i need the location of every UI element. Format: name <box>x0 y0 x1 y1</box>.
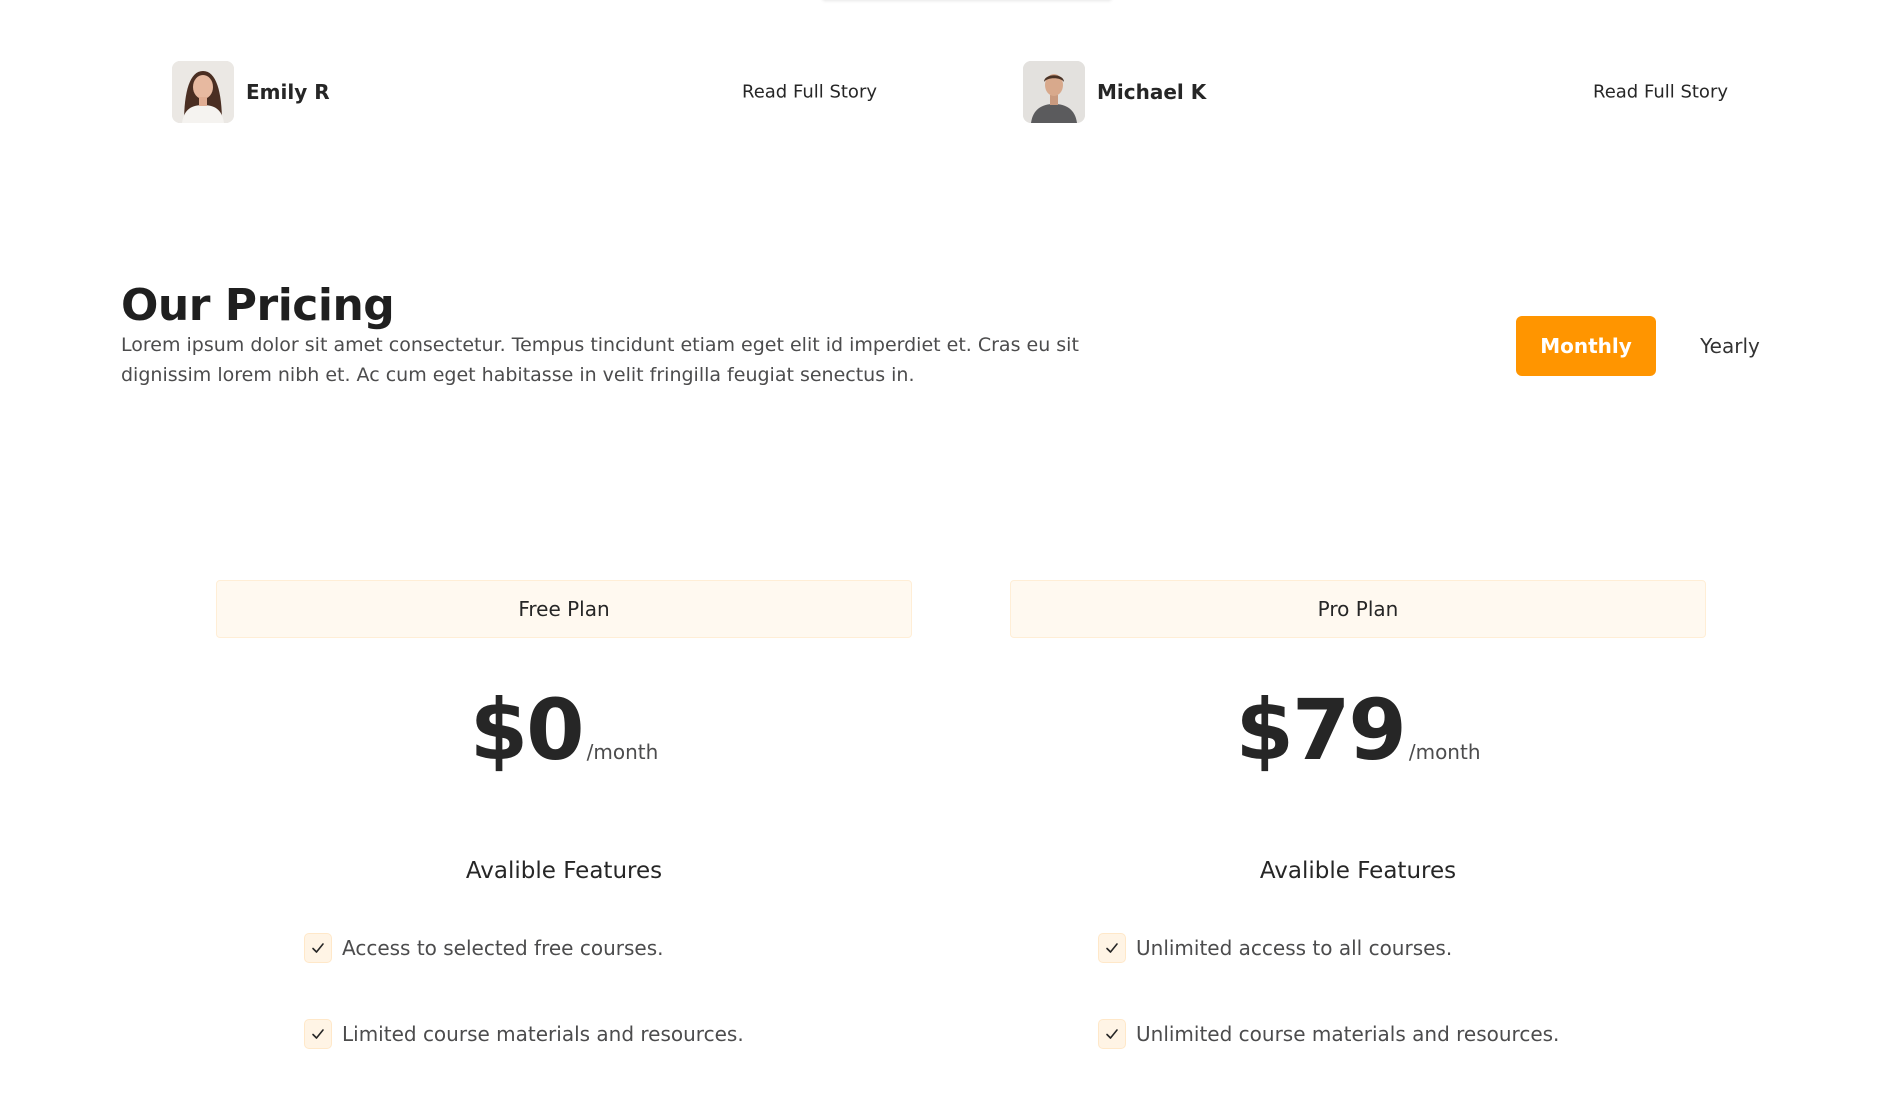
pricing-title: Our Pricing <box>121 280 395 331</box>
feature-text: Unlimited access to all courses. <box>1136 936 1453 960</box>
woman-portrait-icon <box>172 61 234 123</box>
read-full-story-link[interactable]: Read Full Story <box>1593 82 1728 103</box>
pricing-description: Lorem ipsum dolor sit amet consectetur. … <box>121 334 1079 386</box>
feature-text: Access to selected free courses. <box>342 936 664 960</box>
monthly-toggle-button[interactable]: Monthly <box>1516 316 1656 376</box>
author-name: Michael K <box>1097 80 1207 104</box>
feature-list: Unlimited access to all courses. Unlimit… <box>1098 932 1559 1104</box>
price-period: /month <box>586 740 659 764</box>
billing-toggle: Monthly Yearly <box>1516 316 1780 376</box>
read-full-story-link[interactable]: Read Full Story <box>742 82 877 103</box>
check-icon <box>1098 1019 1126 1049</box>
testimonial-footer-michael: Michael K Read Full Story <box>1023 60 1743 124</box>
feature-text: Limited course materials and resources. <box>342 1022 744 1046</box>
check-icon <box>1098 933 1126 963</box>
plan-card-pro: Pro Plan $79 /month Avalible Features Un… <box>1010 580 1706 1077</box>
price-amount: $0 <box>469 681 585 779</box>
price-amount: $79 <box>1235 681 1407 779</box>
testimonial-footer-emily: Emily R Read Full Story <box>172 60 892 124</box>
check-icon <box>304 1019 332 1049</box>
feature-list: Access to selected free courses. Limited… <box>304 932 744 1104</box>
price: $0 /month <box>216 680 912 780</box>
features-title: Avalible Features <box>465 858 663 884</box>
yearly-toggle-button[interactable]: Yearly <box>1680 316 1780 376</box>
author-name: Emily R <box>246 80 330 104</box>
man-portrait-icon <box>1023 61 1085 123</box>
avatar <box>172 61 234 123</box>
list-item: Access to selected free courses. <box>304 932 744 964</box>
price: $79 /month <box>1010 680 1706 780</box>
price-period: /month <box>1408 740 1481 764</box>
list-item: Unlimited course materials and resources… <box>1098 1018 1559 1050</box>
list-item: Unlimited access to all courses. <box>1098 932 1559 964</box>
plan-name: Pro Plan <box>1010 580 1706 638</box>
avatar <box>1023 61 1085 123</box>
list-item: Limited course materials and resources. <box>304 1018 744 1050</box>
feature-text: Unlimited course materials and resources… <box>1136 1022 1560 1046</box>
plan-name: Free Plan <box>216 580 912 638</box>
features-title: Avalible Features <box>1259 858 1457 884</box>
check-icon <box>304 933 332 963</box>
plan-card-free: Free Plan $0 /month Avalible Features Ac… <box>216 580 912 1077</box>
